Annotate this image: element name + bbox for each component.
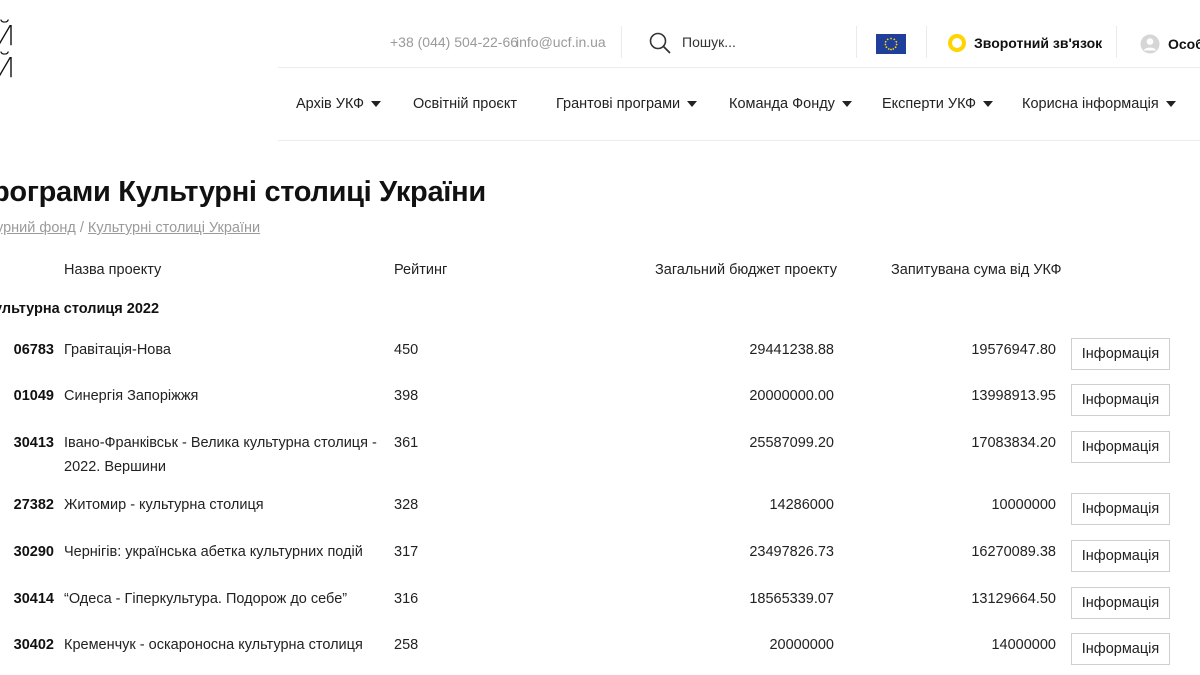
project-rating: 316 bbox=[394, 591, 419, 607]
search-icon[interactable] bbox=[649, 32, 671, 54]
logo-line-1: Й bbox=[0, 19, 16, 52]
nav-item-label: Освітній проєкт bbox=[413, 96, 517, 112]
user-icon bbox=[1140, 34, 1160, 54]
project-requested: 13129664.50 bbox=[971, 591, 1056, 607]
project-budget: 20000000.00 bbox=[749, 388, 834, 404]
account-label: Особ bbox=[1168, 36, 1200, 52]
nav-item-useful-info[interactable]: Корисна інформація bbox=[1022, 96, 1176, 112]
project-requested: 14000000 bbox=[991, 637, 1056, 653]
project-id: 30413 bbox=[13, 435, 54, 451]
nav-item-experts[interactable]: Експерти УКФ bbox=[882, 96, 994, 112]
info-button[interactable]: Інформація bbox=[1071, 338, 1170, 370]
feedback-button[interactable]: Зворотний зв'язок bbox=[948, 34, 1102, 52]
project-rating: 398 bbox=[394, 388, 419, 404]
column-header-requested: Запитувана сума від УКФ bbox=[891, 262, 1062, 278]
project-rating: 317 bbox=[394, 544, 419, 560]
project-id: 06783 bbox=[13, 342, 54, 358]
feedback-icon bbox=[948, 34, 966, 52]
page-title: рограми Культурні столиці України bbox=[0, 176, 486, 208]
caret-down-icon bbox=[1165, 101, 1176, 107]
project-requested: 19576947.80 bbox=[971, 342, 1056, 358]
project-id: 30402 bbox=[13, 637, 54, 653]
project-name: Гравітація-Нова bbox=[64, 342, 171, 358]
breadcrumb-link-fund[interactable]: урний фонд bbox=[0, 220, 76, 236]
nav-item-label: Архів УКФ bbox=[296, 96, 364, 112]
project-name: Кременчук - оскароносна культурна столиц… bbox=[64, 637, 363, 653]
breadcrumb-link-capitals[interactable]: Культурні столиці України bbox=[88, 220, 260, 236]
project-requested: 17083834.20 bbox=[971, 435, 1056, 451]
project-budget: 29441238.88 bbox=[749, 342, 834, 358]
caret-down-icon bbox=[687, 101, 698, 107]
nav-item-label: Корисна інформація bbox=[1022, 96, 1159, 112]
account-button[interactable]: Особ bbox=[1140, 34, 1200, 54]
column-header-name: Назва проекту bbox=[64, 262, 162, 278]
divider bbox=[621, 26, 622, 58]
search-input[interactable] bbox=[682, 34, 832, 50]
top-bar: +38 (044) 504-22-66 info@ucf.in.ua Зворо… bbox=[278, 0, 1200, 68]
project-rating: 450 bbox=[394, 342, 419, 358]
breadcrumb-separator: / bbox=[79, 220, 84, 236]
group-heading: ультурна столиця 2022 bbox=[0, 301, 160, 317]
breadcrumb: урний фонд / Культурні столиці України bbox=[0, 220, 260, 236]
project-requested: 13998913.95 bbox=[971, 388, 1056, 404]
project-name: Чернігів: українська абетка культурних п… bbox=[64, 544, 363, 560]
project-id: 27382 bbox=[13, 497, 54, 513]
info-button[interactable]: Інформація bbox=[1071, 384, 1170, 416]
project-id: 30414 bbox=[13, 591, 54, 607]
site-logo[interactable]: Й Й bbox=[0, 20, 15, 84]
nav-item-team[interactable]: Команда Фонду bbox=[729, 96, 852, 112]
project-name: Житомир - культурна столиця bbox=[64, 497, 264, 513]
email-link[interactable]: info@ucf.in.ua bbox=[516, 34, 606, 50]
phone-link[interactable]: +38 (044) 504-22-66 bbox=[390, 34, 518, 50]
nav-item-label: Команда Фонду bbox=[729, 96, 835, 112]
divider bbox=[926, 26, 927, 58]
nav-item-archive[interactable]: Архів УКФ bbox=[296, 96, 381, 112]
project-budget: 18565339.07 bbox=[749, 591, 834, 607]
project-budget: 20000000 bbox=[769, 637, 834, 653]
info-button[interactable]: Інформація bbox=[1071, 431, 1170, 463]
info-button[interactable]: Інформація bbox=[1071, 633, 1170, 665]
caret-down-icon bbox=[370, 101, 381, 107]
project-id: 30290 bbox=[13, 544, 54, 560]
project-rating: 328 bbox=[394, 497, 419, 513]
project-requested: 10000000 bbox=[991, 497, 1056, 513]
divider bbox=[1116, 26, 1117, 58]
project-budget: 23497826.73 bbox=[749, 544, 834, 560]
nav-item-education[interactable]: Освітній проєкт bbox=[413, 96, 517, 112]
info-button[interactable]: Інформація bbox=[1071, 493, 1170, 525]
info-button[interactable]: Інформація bbox=[1071, 587, 1170, 619]
nav-item-label: Експерти УКФ bbox=[882, 96, 977, 112]
column-header-rating: Рейтинг bbox=[394, 262, 448, 278]
project-id: 01049 bbox=[13, 388, 54, 404]
logo-line-2: Й bbox=[0, 51, 16, 84]
project-name: Синергія Запоріжжя bbox=[64, 388, 199, 404]
project-budget: 14286000 bbox=[769, 497, 834, 513]
project-name: “Одеса - Гіперкультура. Подорож до себе” bbox=[64, 591, 348, 607]
project-rating: 361 bbox=[394, 435, 419, 451]
project-name: Івано-Франківськ - Велика культурна стол… bbox=[64, 435, 377, 475]
main-nav: Архів УКФ Освітній проєкт Грантові прогр… bbox=[278, 69, 1200, 141]
caret-down-icon bbox=[983, 101, 994, 107]
caret-down-icon bbox=[841, 101, 852, 107]
project-budget: 25587099.20 bbox=[749, 435, 834, 451]
nav-item-label: Грантові програми bbox=[556, 96, 681, 112]
column-header-budget: Загальний бюджет проекту bbox=[655, 262, 837, 278]
project-rating: 258 bbox=[394, 637, 419, 653]
feedback-label: Зворотний зв'язок bbox=[974, 35, 1103, 51]
divider bbox=[856, 26, 857, 58]
info-button[interactable]: Інформація bbox=[1071, 540, 1170, 572]
project-requested: 16270089.38 bbox=[971, 544, 1056, 560]
eu-flag-icon[interactable] bbox=[876, 34, 906, 54]
nav-item-grants[interactable]: Грантові програми bbox=[556, 96, 698, 112]
